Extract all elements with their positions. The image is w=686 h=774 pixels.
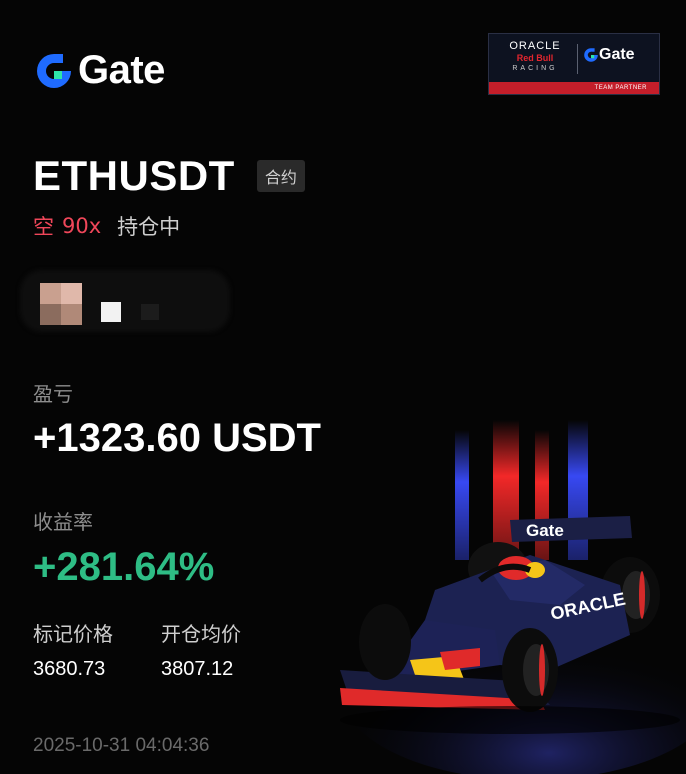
sponsor-partner-strip: TEAM PARTNER bbox=[489, 82, 659, 94]
svg-text:Gate: Gate bbox=[526, 521, 564, 540]
pair-row: ETHUSDT 合约 bbox=[33, 152, 305, 200]
redbull-racing-logo: ORACLE Red Bull RACING bbox=[497, 40, 573, 74]
position-info: 空 90x 持仓中 bbox=[33, 211, 180, 241]
sponsor-gate-logo: Gate bbox=[583, 46, 635, 64]
sponsor-redbull: Red Bull bbox=[516, 53, 554, 63]
position-direction: 空 bbox=[33, 215, 54, 239]
entry-price-value: 3807.12 bbox=[161, 658, 234, 680]
gate-logo-icon bbox=[37, 53, 71, 88]
gate-mini-icon bbox=[584, 48, 598, 62]
entry-price-label: 开仓均价 bbox=[161, 622, 241, 646]
contract-tag: 合约 bbox=[256, 160, 305, 192]
sponsor-gate-text: Gate bbox=[599, 46, 635, 63]
pnl-label: 盈亏 bbox=[33, 382, 73, 406]
sponsor-badge: ORACLE Red Bull RACING Gate TEAM PARTNER bbox=[488, 33, 660, 95]
roi-value: +281.64% bbox=[33, 545, 215, 589]
username-mosaic-2 bbox=[141, 304, 159, 320]
leverage: 90x bbox=[62, 214, 102, 238]
mark-price-label: 标记价格 bbox=[33, 622, 113, 646]
brand-name: Gate bbox=[78, 48, 165, 92]
timestamp: 2025-10-31 04:04:36 bbox=[33, 735, 210, 756]
roi-label: 收益率 bbox=[33, 510, 93, 534]
trading-pair: ETHUSDT bbox=[33, 152, 235, 199]
gate-logo: Gate bbox=[34, 48, 165, 93]
pnl-share-card: Gate ORACLE Red Bull RACING Gate TEAM PA… bbox=[0, 0, 686, 774]
avatar bbox=[40, 283, 82, 325]
sponsor-oracle: ORACLE bbox=[509, 40, 561, 52]
sponsor-racing: RACING bbox=[512, 65, 558, 72]
position-status: 持仓中 bbox=[117, 215, 181, 239]
username-mosaic bbox=[101, 302, 121, 322]
f1-car-illustration: Gate ORACLE bbox=[340, 420, 686, 774]
sponsor-divider bbox=[577, 44, 578, 74]
mark-price-value: 3680.73 bbox=[33, 658, 106, 680]
pnl-value: +1323.60 USDT bbox=[33, 416, 321, 460]
